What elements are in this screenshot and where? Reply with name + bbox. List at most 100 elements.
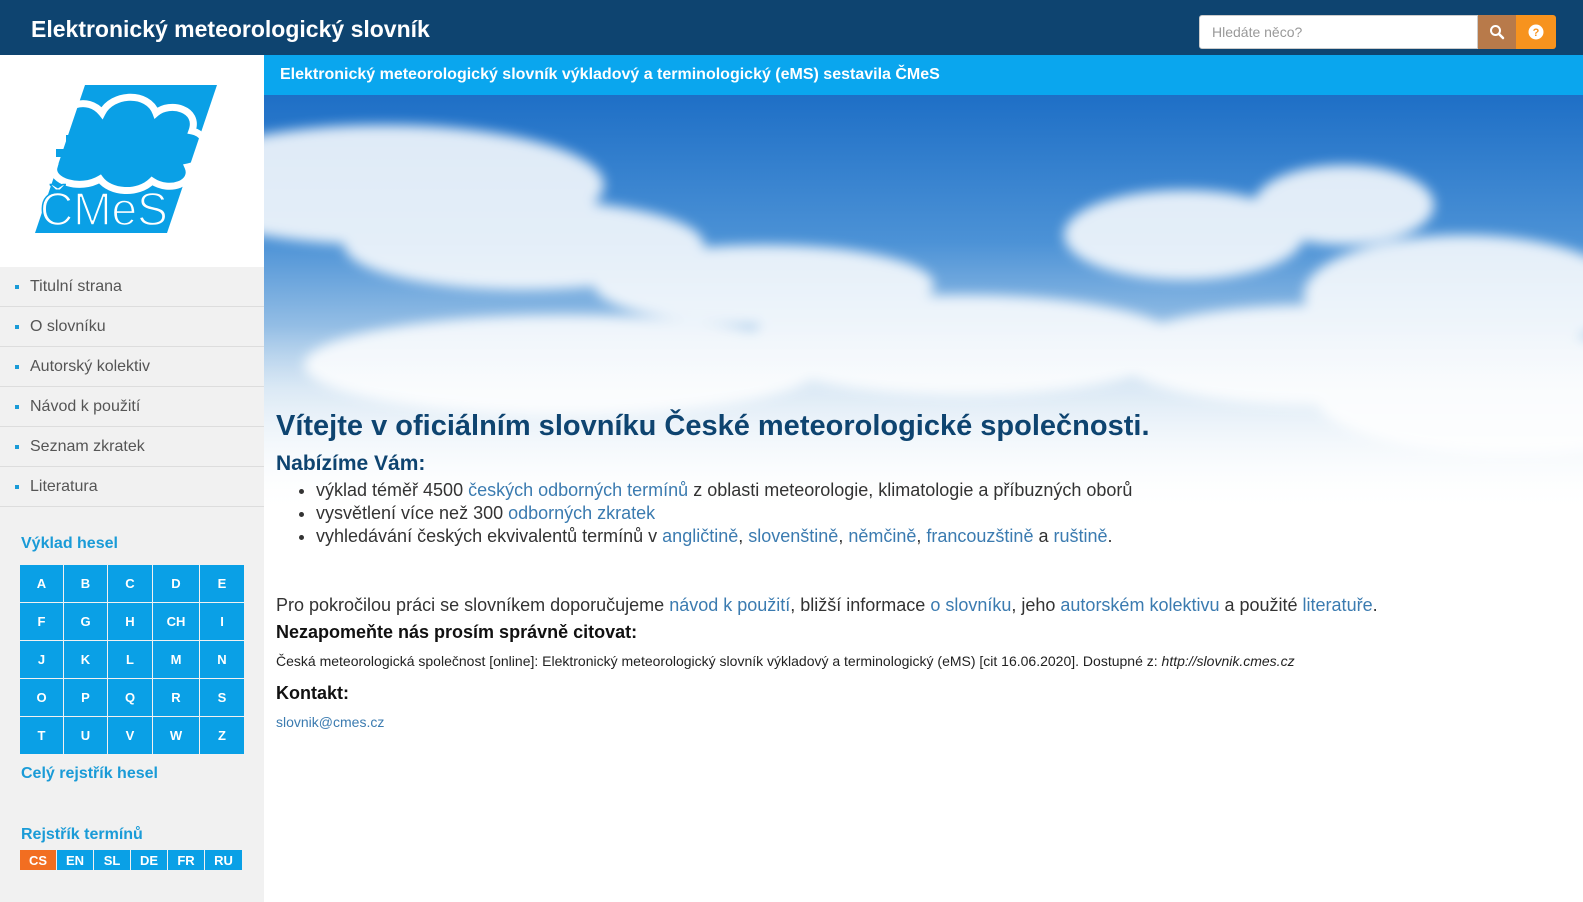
slovak-link[interactable]: slovenštině bbox=[748, 526, 838, 546]
letter-grid: A B C D E F G H CH I J K L M N O P Q R S… bbox=[20, 565, 244, 754]
abbreviations-link[interactable]: odborných zkratek bbox=[508, 503, 655, 523]
letter-button[interactable]: CH bbox=[153, 603, 199, 640]
sidebar: ČMeS Titulní strana O slovníku Autorský … bbox=[0, 55, 264, 902]
letter-button[interactable]: H bbox=[108, 603, 152, 640]
nav-item-literatura[interactable]: Literatura bbox=[0, 467, 264, 507]
language-selector: CS EN SL DE FR RU bbox=[20, 850, 242, 870]
nav-item-o-slovniku[interactable]: O slovníku bbox=[0, 307, 264, 347]
offer-text: vyhledávání českých ekvivalentů termínů … bbox=[316, 526, 663, 546]
citation-url: http://slovnik.cmes.cz bbox=[1161, 653, 1295, 669]
letter-button[interactable]: M bbox=[153, 641, 199, 678]
letter-button[interactable]: N bbox=[200, 641, 244, 678]
nav-item-seznam-zkratek[interactable]: Seznam zkratek bbox=[0, 427, 264, 467]
lang-button-sl[interactable]: SL bbox=[94, 850, 130, 870]
authors-link[interactable]: autorském kolektivu bbox=[1060, 595, 1219, 615]
nav-item-titulni-strana[interactable]: Titulní strana bbox=[0, 267, 264, 307]
offer-text: vysvětlení více než 300 bbox=[316, 503, 509, 523]
letter-button[interactable]: L bbox=[108, 641, 152, 678]
question-circle-icon: ? bbox=[1528, 24, 1544, 40]
para-text: . bbox=[1372, 595, 1378, 615]
app-title[interactable]: Elektronický meteorologický slovník bbox=[31, 16, 430, 43]
offer-item: vysvětlení více než 300 odborných zkrate… bbox=[316, 502, 1566, 525]
english-link[interactable]: angličtině bbox=[662, 526, 738, 546]
french-link[interactable]: francouzštině bbox=[926, 526, 1033, 546]
nav-item-label: Literatura bbox=[30, 477, 98, 495]
nav-item-label: Titulní strana bbox=[30, 277, 122, 295]
letter-button[interactable]: O bbox=[20, 679, 63, 716]
advanced-usage-paragraph: Pro pokročilou práci se slovníkem doporu… bbox=[276, 595, 1566, 616]
letter-button[interactable]: C bbox=[108, 565, 152, 602]
letter-button[interactable]: E bbox=[200, 565, 244, 602]
search-icon bbox=[1490, 25, 1505, 40]
letter-button[interactable]: W bbox=[153, 717, 199, 754]
nav-item-label: Autorský kolektiv bbox=[30, 357, 151, 375]
german-link[interactable]: němčině bbox=[848, 526, 916, 546]
nav-item-label: Seznam zkratek bbox=[30, 437, 145, 455]
full-index-link[interactable]: Celý rejstřík hesel bbox=[21, 765, 158, 783]
lang-button-de[interactable]: DE bbox=[131, 850, 167, 870]
lang-button-fr[interactable]: FR bbox=[168, 850, 204, 870]
letter-button[interactable]: J bbox=[20, 641, 63, 678]
letter-button[interactable]: K bbox=[64, 641, 107, 678]
letter-button[interactable]: V bbox=[108, 717, 152, 754]
bullet-icon bbox=[15, 284, 19, 289]
top-bar: Elektronický meteorologický slovník ? bbox=[0, 0, 1583, 55]
terms-link[interactable]: českých odborných termínů bbox=[468, 480, 688, 500]
offer-text: z oblasti meteorologie, klimatologie a p… bbox=[688, 480, 1133, 500]
offer-text: výklad téměř 4500 bbox=[316, 480, 469, 500]
offer-item: vyhledávání českých ekvivalentů termínů … bbox=[316, 525, 1566, 548]
logo-text: ČMeS bbox=[40, 183, 168, 235]
citation-heading: Nezapomeňte nás prosím správně citovat: bbox=[276, 622, 638, 642]
citation-body: Česká meteorologická společnost [online]… bbox=[276, 653, 1162, 669]
bullet-icon bbox=[15, 404, 19, 409]
bullet-icon bbox=[15, 364, 19, 369]
nav-item-navod[interactable]: Návod k použití bbox=[0, 387, 264, 427]
terms-index-heading[interactable]: Rejstřík termínů bbox=[21, 826, 143, 844]
letter-button[interactable]: T bbox=[20, 717, 63, 754]
nav-item-label: O slovníku bbox=[30, 317, 106, 335]
contact-heading: Kontakt: bbox=[276, 683, 349, 703]
usage-guide-link[interactable]: návod k použití bbox=[669, 595, 790, 615]
letter-button[interactable]: F bbox=[20, 603, 63, 640]
letter-button[interactable]: A bbox=[20, 565, 63, 602]
search-input[interactable] bbox=[1199, 15, 1478, 49]
russian-link[interactable]: ruštině bbox=[1053, 526, 1107, 546]
letter-button[interactable]: R bbox=[153, 679, 199, 716]
subheader-bar: Elektronický meteorologický slovník výkl… bbox=[264, 55, 1583, 95]
letter-button[interactable]: G bbox=[64, 603, 107, 640]
main-nav: Titulní strana O slovníku Autorský kolek… bbox=[0, 267, 264, 507]
help-button[interactable]: ? bbox=[1516, 15, 1556, 49]
citation-text: Česká meteorologická společnost [online]… bbox=[276, 653, 1566, 669]
offer-list: výklad téměř 4500 českých odborných term… bbox=[316, 479, 1566, 548]
letter-button[interactable]: U bbox=[64, 717, 107, 754]
para-text: a použité bbox=[1219, 595, 1303, 615]
letter-button[interactable]: D bbox=[153, 565, 199, 602]
offer-item: výklad téměř 4500 českých odborných term… bbox=[316, 479, 1566, 502]
logo-area[interactable]: ČMeS bbox=[0, 55, 264, 267]
svg-text:?: ? bbox=[1533, 27, 1540, 39]
letter-button[interactable]: Q bbox=[108, 679, 152, 716]
vyklad-heading[interactable]: Výklad hesel bbox=[21, 535, 118, 553]
letter-button[interactable]: Z bbox=[200, 717, 244, 754]
search-button[interactable] bbox=[1478, 15, 1516, 49]
offer-text: . bbox=[1107, 526, 1113, 546]
para-text: , bližší informace bbox=[790, 595, 931, 615]
separator: , bbox=[838, 526, 849, 546]
contact-email-link[interactable]: slovnik@cmes.cz bbox=[276, 714, 1566, 730]
letter-button[interactable]: B bbox=[64, 565, 107, 602]
bullet-icon bbox=[15, 484, 19, 489]
letter-button[interactable]: I bbox=[200, 603, 244, 640]
lang-button-cs[interactable]: CS bbox=[20, 850, 56, 870]
nav-item-autorsky-kolektiv[interactable]: Autorský kolektiv bbox=[0, 347, 264, 387]
para-text: Pro pokročilou práci se slovníkem doporu… bbox=[276, 595, 670, 615]
letter-button[interactable]: P bbox=[64, 679, 107, 716]
para-text: , jeho bbox=[1011, 595, 1061, 615]
literature-link[interactable]: literatuře bbox=[1303, 595, 1373, 615]
lang-button-en[interactable]: EN bbox=[57, 850, 93, 870]
bullet-icon bbox=[15, 324, 19, 329]
subheader-text: Elektronický meteorologický slovník výkl… bbox=[280, 66, 940, 83]
main-content: Vítejte v oficiálním slovníku České mete… bbox=[276, 410, 1566, 730]
lang-button-ru[interactable]: RU bbox=[205, 850, 242, 870]
letter-button[interactable]: S bbox=[200, 679, 244, 716]
about-link[interactable]: o slovníku bbox=[930, 595, 1011, 615]
